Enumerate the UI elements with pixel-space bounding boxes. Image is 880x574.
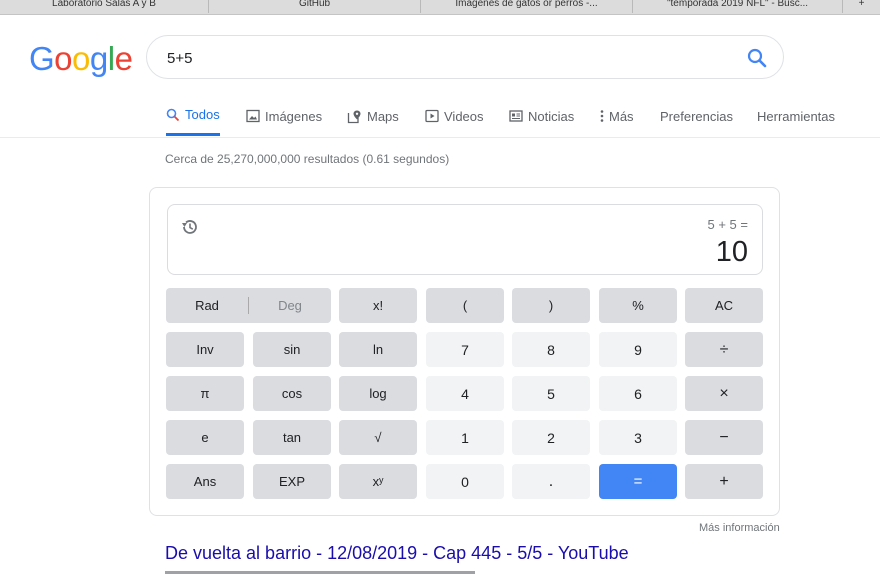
digit-9-button[interactable]: 9 [599, 332, 677, 367]
tab-videos[interactable]: Videos [425, 96, 484, 136]
open-paren-button[interactable]: ( [426, 288, 504, 323]
digit-4-button[interactable]: 4 [426, 376, 504, 411]
history-button[interactable] [180, 217, 200, 237]
logo-letter: o [72, 40, 90, 77]
digit-1-button[interactable]: 1 [426, 420, 504, 455]
digit-2-button[interactable]: 2 [512, 420, 590, 455]
ln-button[interactable]: ln [339, 332, 417, 367]
rad-deg-toggle[interactable]: Rad Deg [166, 288, 331, 323]
bookmark-imagenes-gatos[interactable]: Imágenes de gatos or perros -... [421, 0, 633, 13]
deg-button[interactable]: Deg [249, 298, 331, 313]
digit-0-button[interactable]: 0 [426, 464, 504, 499]
add-button[interactable]: + [685, 464, 763, 499]
exp-button[interactable]: EXP [253, 464, 331, 499]
search-box [146, 35, 784, 79]
factorial-button[interactable]: x! [339, 288, 417, 323]
google-logo[interactable]: Google [29, 40, 133, 78]
tab-label: Imágenes [265, 108, 323, 124]
calculator-display: 5 + 5 = 10 [167, 204, 763, 275]
logo-letter: e [114, 40, 133, 77]
tab-label: Videos [444, 108, 484, 124]
map-icon [347, 109, 362, 124]
more-info-link[interactable]: Más información [699, 522, 780, 534]
search-tabs: Todos Imágenes Maps Videos Noticias Más … [0, 96, 880, 138]
logo-letter: o [54, 40, 73, 77]
search-icon [747, 48, 767, 68]
more-vert-icon [600, 109, 604, 123]
cos-button[interactable]: cos [253, 376, 331, 411]
divide-button[interactable]: ÷ [685, 332, 763, 367]
log-button[interactable]: log [339, 376, 417, 411]
logo-letter: l [107, 40, 115, 77]
tab-maps[interactable]: Maps [347, 96, 399, 136]
sin-button[interactable]: sin [253, 332, 331, 367]
tab-label: Todos [185, 107, 220, 122]
tab-label: Herramientas [757, 108, 836, 124]
tab-todos[interactable]: Todos [166, 96, 220, 136]
digit-5-button[interactable]: 5 [512, 376, 590, 411]
calculator-result: 10 [715, 236, 748, 268]
bookmark-more[interactable]: + [843, 0, 880, 13]
tab-noticias[interactable]: Noticias [509, 96, 574, 136]
multiply-button[interactable]: × [685, 376, 763, 411]
result-stats: Cerca de 25,270,000,000 resultados (0.61… [165, 152, 450, 166]
logo-letter: g [89, 40, 108, 77]
tab-label: Más [609, 108, 634, 124]
news-icon [509, 109, 523, 123]
sqrt-button[interactable]: √ [339, 420, 417, 455]
tab-mas[interactable]: Más [600, 96, 634, 136]
percent-button[interactable]: % [599, 288, 677, 323]
tab-imagenes[interactable]: Imágenes [246, 96, 322, 136]
bookmark-temporada-nfl[interactable]: "temporada 2019 NFL" - Busc... [633, 0, 843, 13]
tab-herramientas[interactable]: Herramientas [757, 96, 835, 136]
decimal-point-button[interactable]: . [512, 464, 590, 499]
tan-button[interactable]: tan [253, 420, 331, 455]
power-button[interactable]: xʸ [339, 464, 417, 499]
bookmarks-bar: Laboratorio Salas A y B GitHub Imágenes … [0, 0, 880, 15]
close-paren-button[interactable]: ) [512, 288, 590, 323]
history-icon [182, 220, 197, 234]
result-title-link[interactable]: De vuelta al barrio - 12/08/2019 - Cap 4… [165, 543, 629, 564]
inverse-button[interactable]: Inv [166, 332, 244, 367]
tab-preferencias[interactable]: Preferencias [660, 96, 733, 136]
search-input[interactable] [167, 48, 707, 68]
bookmark-github[interactable]: GitHub [209, 0, 421, 13]
pi-button[interactable]: π [166, 376, 244, 411]
equals-button[interactable]: = [599, 464, 677, 499]
tab-label: Noticias [528, 108, 575, 124]
digit-7-button[interactable]: 7 [426, 332, 504, 367]
tab-label: Preferencias [660, 108, 733, 124]
subtract-button[interactable]: − [685, 420, 763, 455]
play-icon [425, 109, 439, 123]
e-button[interactable]: e [166, 420, 244, 455]
rad-button[interactable]: Rad [166, 298, 248, 313]
tab-label: Maps [367, 108, 399, 124]
image-icon [246, 109, 260, 123]
ans-button[interactable]: Ans [166, 464, 244, 499]
logo-letter: G [29, 40, 55, 77]
clear-button[interactable]: AC [685, 288, 763, 323]
digit-6-button[interactable]: 6 [599, 376, 677, 411]
digit-8-button[interactable]: 8 [512, 332, 590, 367]
search-icon [166, 108, 180, 122]
bookmark-laboratorio[interactable]: Laboratorio Salas A y B [0, 0, 209, 13]
search-button[interactable] [745, 46, 769, 70]
calculator-expression: 5 + 5 = [707, 217, 748, 232]
digit-3-button[interactable]: 3 [599, 420, 677, 455]
